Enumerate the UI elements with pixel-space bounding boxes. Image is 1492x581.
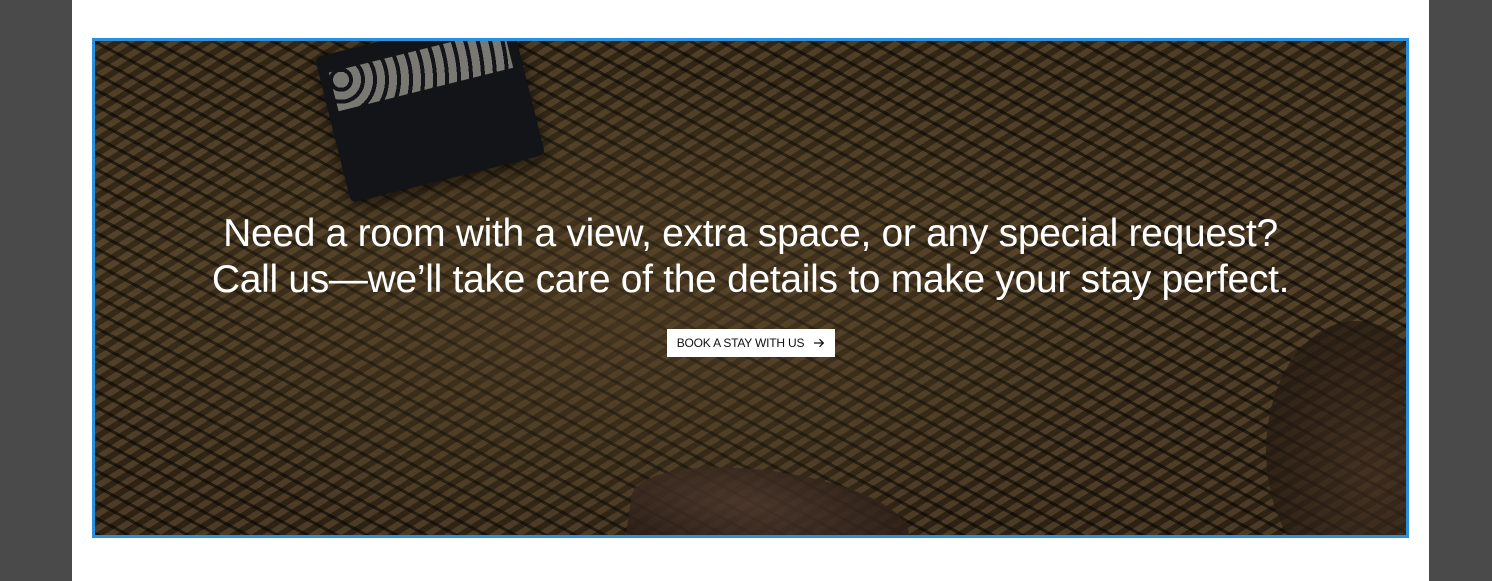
page-content: Need a room with a view, extra space, or… — [72, 0, 1429, 581]
hero-headline-line-2: Call us—we’ll take care of the details t… — [211, 258, 1290, 301]
hero-headline-line-1: Need a room with a view, extra space, or… — [223, 212, 1278, 255]
arrow-right-icon — [814, 338, 825, 348]
book-stay-button-label: BOOK A STAY WITH US — [676, 336, 805, 350]
book-stay-button[interactable]: BOOK A STAY WITH US — [667, 329, 835, 357]
hero-headline: Need a room with a view, extra space, or… — [95, 211, 1406, 303]
hero-banner: Need a room with a view, extra space, or… — [92, 38, 1409, 538]
